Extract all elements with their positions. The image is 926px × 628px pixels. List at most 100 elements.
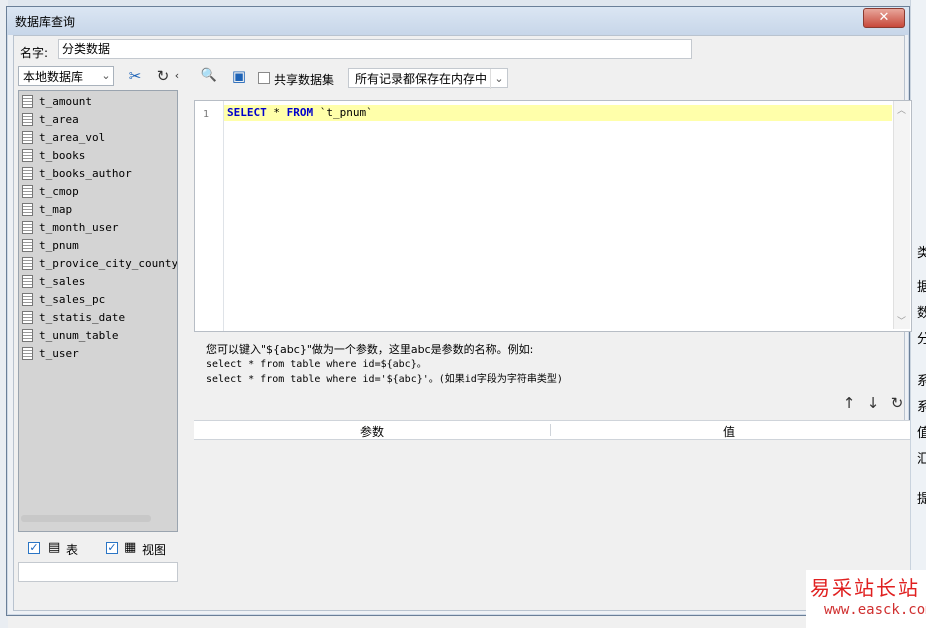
table-item[interactable]: t_unum_table [22,328,118,346]
sql-star: * [266,106,287,119]
table-icon [22,293,33,306]
table-item-label: t_user [39,347,79,360]
table-item[interactable]: t_statis_date [22,310,125,328]
table-icon [22,185,33,198]
table-item-label: t_map [39,203,73,216]
table-icon [22,221,33,234]
table-icon [22,149,33,162]
move-up-icon[interactable]: ↑ [840,394,858,412]
sql-keyword: SELECT [227,106,267,119]
name-input[interactable]: 分类数据 [58,39,692,59]
preview-icon[interactable]: 🔍 [198,66,220,86]
table-item[interactable]: t_map [22,202,72,220]
bg-char: 类 [917,246,926,261]
refresh-icon[interactable]: ↻ [152,66,174,86]
background-app-right-panel: 类 据 数 分 系 系 值 汇 提 [910,0,926,628]
chevron-up-icon[interactable]: ︿ [897,103,906,116]
share-dataset-checkbox[interactable] [258,72,270,84]
table-icon [22,113,33,126]
show-views-label: 视图 [142,543,167,557]
datasource-panel: 本地数据库 ⌄ ✂ ↻ ‹ t_amount t_area t_area_vol… [18,66,182,582]
column-header-value[interactable]: 值 [551,423,907,440]
table-item[interactable]: t_books_author [22,166,132,184]
filter-input[interactable] [18,562,178,582]
table-item[interactable]: t_pnum [22,238,79,256]
sql-table-name: `t_pnum` [313,106,373,119]
table-icon [22,347,33,360]
column-header-parameter[interactable]: 参数 [194,423,550,440]
close-button[interactable]: ✕ [863,8,905,28]
table-item-label: t_books_author [39,167,132,180]
table-icon: ▤ [48,540,61,555]
refresh-parameters-icon[interactable]: ↻ [888,394,906,412]
table-tree[interactable]: t_amount t_area t_area_vol t_books t_boo… [18,90,178,532]
table-item[interactable]: t_sales_pc [22,292,105,310]
line-number: 1 [203,109,210,120]
save-icon[interactable]: ▣ [228,66,250,86]
dialog-title: 数据库查询 [15,15,76,29]
show-tables-label: 表 [66,543,79,557]
table-icon [22,167,33,180]
table-item-label: t_cmop [39,185,79,198]
table-item-label: t_pnum [39,239,79,252]
watermark-url: www.easck.com [824,602,926,618]
bg-char: 提 [917,492,926,507]
table-item-label: t_area [39,113,79,126]
table-item[interactable]: t_area [22,112,79,130]
table-item-label: t_area_vol [39,131,106,144]
chevron-down-icon[interactable]: ﹀ [897,314,906,327]
table-item-label: t_statis_date [39,311,126,324]
dialog-titlebar[interactable]: 数据库查询 ✕ [7,7,909,35]
table-item[interactable]: t_month_user [22,220,118,238]
sql-keyword: FROM [286,106,314,119]
parameter-table[interactable]: 参数 值 [194,420,910,585]
connection-settings-icon[interactable]: ✂ [124,66,146,86]
hint-example: select * from table where id=${abc}。 [206,359,427,370]
bg-char: 数 [917,306,926,321]
table-item-label: t_sales_pc [39,293,106,306]
site-watermark: 易采站长站 www.easck.com [806,570,926,628]
table-icon [22,257,33,270]
parameter-table-header: 参数 值 [194,421,910,440]
table-icon [22,95,33,108]
table-item-label: t_amount [39,95,92,108]
name-label: 名字: [20,46,49,60]
sql-editor[interactable]: 1 SELECT * FROM `t_pnum` ︿ ﹀ [194,100,912,332]
view-icon: ▦ [124,540,137,555]
share-dataset-label: 共享数据集 [274,73,335,87]
table-item[interactable]: t_user [22,346,79,364]
bg-char: 分 [917,332,926,347]
table-icon [22,311,33,324]
table-item-label: t_unum_table [39,329,119,342]
table-item[interactable]: t_provice_city_county_s [22,256,177,274]
move-down-icon[interactable]: ↓ [864,394,882,412]
bg-char: 汇 [917,452,926,467]
show-tables-checkbox[interactable]: ✓ [28,542,40,554]
database-query-dialog: 数据库查询 ✕ 名字: 分类数据 本地数据库 ⌄ ✂ ↻ ‹ t_amount … [6,6,912,616]
bg-char: 系 [917,400,926,415]
table-item[interactable]: t_amount [22,94,92,112]
hint-line: 您可以键入"${abc}"做为一个参数，这里abc是参数的名称。例如: [206,343,534,356]
bg-char: 据 [917,280,926,295]
editor-gutter: 1 [195,101,224,331]
table-item-label: t_month_user [39,221,119,234]
table-item[interactable]: t_books [22,148,85,166]
bg-char: 值 [917,426,926,441]
close-icon: ✕ [878,10,890,25]
query-toolbar: 🔍 ▣ 共享数据集 所有记录都保存在内存中 ⌄ [194,66,902,92]
table-icon [22,203,33,216]
table-item[interactable]: t_area_vol [22,130,105,148]
table-item[interactable]: t_cmop [22,184,79,202]
tree-horizontal-scrollbar[interactable] [21,515,151,522]
table-icon [22,275,33,288]
chevron-down-icon[interactable]: ⌄ [490,69,507,89]
editor-vertical-scrollbar[interactable]: ︿ ﹀ [893,101,910,329]
memory-mode-select[interactable]: 所有记录都保存在内存中 ⌄ [348,68,508,89]
chevron-down-icon[interactable]: ⌄ [98,66,114,86]
table-item[interactable]: t_sales [22,274,85,292]
collapse-arrow-icon[interactable]: ‹ [172,66,182,86]
show-views-checkbox[interactable]: ✓ [106,542,118,554]
sql-code[interactable]: SELECT * FROM `t_pnum` [227,106,373,119]
watermark-text: 易采站长站 [810,576,920,600]
table-icon [22,239,33,252]
